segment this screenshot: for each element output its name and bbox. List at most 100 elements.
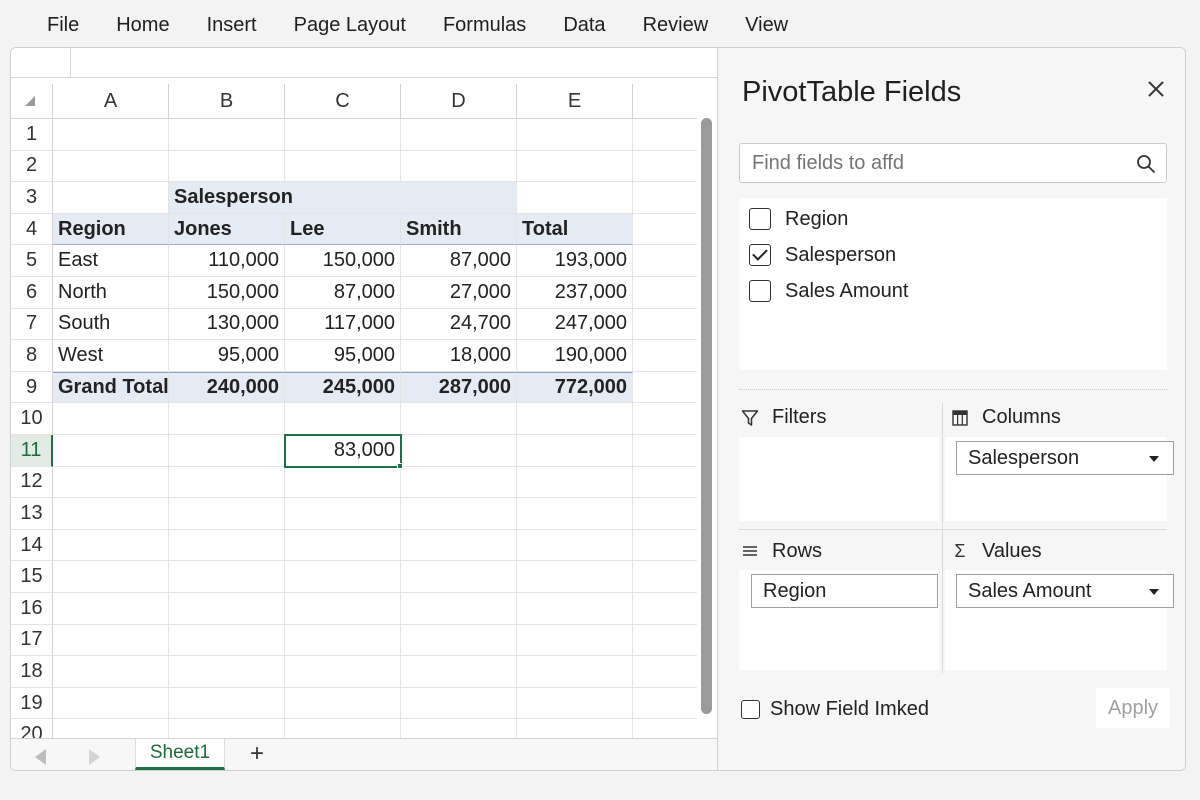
cell[interactable] (169, 403, 285, 435)
cell[interactable] (53, 687, 169, 720)
cell[interactable] (633, 625, 697, 657)
row-header-3[interactable]: 3 (11, 182, 53, 214)
cell[interactable] (633, 656, 697, 688)
cell[interactable] (633, 277, 697, 309)
row-header-18[interactable]: 18 (11, 656, 53, 688)
pivot-cell[interactable]: 130,000 (169, 308, 285, 341)
cell[interactable] (401, 150, 517, 183)
cell[interactable] (517, 656, 633, 688)
row-header-9[interactable]: 9 (11, 371, 53, 404)
cell[interactable] (517, 119, 633, 151)
pivot-cell[interactable]: 18,000 (401, 340, 517, 372)
cell[interactable] (633, 403, 697, 435)
pivot-cell[interactable]: 117,000 (285, 308, 401, 341)
row-header-11[interactable]: 11 (11, 435, 53, 467)
pivot-cell[interactable]: North (53, 277, 169, 309)
cell[interactable] (517, 687, 633, 720)
cell[interactable] (401, 624, 517, 657)
cell[interactable] (53, 403, 169, 435)
cell[interactable] (169, 561, 285, 593)
row-header-14[interactable]: 14 (11, 529, 53, 562)
cell[interactable] (633, 340, 697, 372)
row-header-2[interactable]: 2 (11, 150, 53, 183)
cell[interactable] (53, 150, 169, 183)
pivot-header[interactable]: Lee (285, 213, 401, 246)
cell[interactable] (169, 466, 285, 499)
cell[interactable] (401, 498, 517, 530)
pivot-cell[interactable]: 110,000 (169, 245, 285, 277)
cell[interactable] (633, 182, 697, 214)
cell[interactable] (633, 214, 697, 246)
next-sheet-icon[interactable] (89, 749, 100, 765)
pivot-header[interactable]: Total (517, 213, 633, 246)
row-header-19[interactable]: 19 (11, 687, 53, 720)
cell[interactable] (53, 656, 169, 688)
cell[interactable] (401, 119, 517, 151)
name-box[interactable] (11, 48, 71, 77)
column-header-a[interactable]: A (53, 84, 169, 119)
cell[interactable] (401, 529, 517, 562)
menu-formulas[interactable]: Formulas (443, 14, 526, 37)
cell[interactable] (633, 530, 697, 562)
field-checkbox-salesperson[interactable] (749, 244, 771, 266)
column-header-c[interactable]: C (285, 84, 401, 119)
pivot-header[interactable]: Smith (401, 213, 517, 246)
cell[interactable] (401, 561, 517, 593)
cell[interactable] (633, 309, 697, 341)
pivot-row-label[interactable]: Region (53, 213, 169, 246)
sheet-tab-sheet1[interactable]: Sheet1 (135, 739, 225, 770)
cell[interactable] (285, 529, 401, 562)
scrollbar-thumb[interactable] (701, 118, 712, 714)
cell[interactable] (285, 719, 401, 738)
chevron-down-icon[interactable] (1149, 589, 1159, 595)
menu-file[interactable]: File (47, 14, 79, 37)
field-item-region[interactable]: Region (749, 204, 848, 234)
row-header-16[interactable]: 16 (11, 593, 53, 625)
cell[interactable] (633, 151, 697, 183)
grand-total-cell[interactable]: 772,000 (517, 371, 633, 404)
cell[interactable] (517, 719, 633, 738)
cell[interactable] (53, 466, 169, 499)
row-header-1[interactable]: 1 (11, 119, 53, 151)
cell[interactable] (633, 372, 697, 404)
cell[interactable] (401, 435, 517, 467)
pivot-cell[interactable]: 24,700 (401, 308, 517, 341)
cell[interactable] (169, 687, 285, 720)
column-header-d[interactable]: D (401, 84, 517, 119)
cell[interactable] (285, 656, 401, 688)
cell[interactable] (285, 150, 401, 183)
pivot-cell[interactable]: 95,000 (285, 340, 401, 372)
cell[interactable] (53, 498, 169, 530)
defer-update-checkbox[interactable] (741, 700, 760, 719)
vertical-scrollbar[interactable] (701, 118, 713, 738)
row-header-10[interactable]: 10 (11, 403, 53, 435)
cell[interactable] (517, 466, 633, 499)
cell[interactable] (285, 403, 401, 435)
cell[interactable] (285, 466, 401, 499)
cell[interactable] (285, 624, 401, 657)
field-item-sales-amount[interactable]: Sales Amount (749, 276, 908, 306)
prev-sheet-icon[interactable] (35, 749, 46, 765)
grand-total-cell[interactable]: 245,000 (285, 371, 401, 404)
cell[interactable] (169, 150, 285, 183)
cell[interactable] (169, 529, 285, 562)
cell[interactable] (53, 593, 169, 625)
close-icon[interactable] (1142, 76, 1170, 104)
pivot-cell[interactable]: 237,000 (517, 277, 633, 309)
cell[interactable] (53, 435, 169, 467)
cell[interactable] (633, 719, 697, 738)
formula-input[interactable] (72, 48, 717, 77)
cell[interactable] (517, 150, 633, 183)
cell[interactable] (401, 593, 517, 625)
cell[interactable] (169, 498, 285, 530)
cell[interactable] (517, 498, 633, 530)
pivot-blank[interactable] (53, 182, 169, 214)
cell[interactable] (517, 182, 633, 214)
cell[interactable] (53, 719, 169, 738)
row-header-15[interactable]: 15 (11, 561, 53, 593)
cell[interactable] (401, 656, 517, 688)
pivot-column-label[interactable]: Salesperson (169, 182, 517, 214)
cell[interactable] (633, 467, 697, 499)
menu-review[interactable]: Review (643, 14, 709, 37)
pivot-cell[interactable]: 190,000 (517, 340, 633, 372)
